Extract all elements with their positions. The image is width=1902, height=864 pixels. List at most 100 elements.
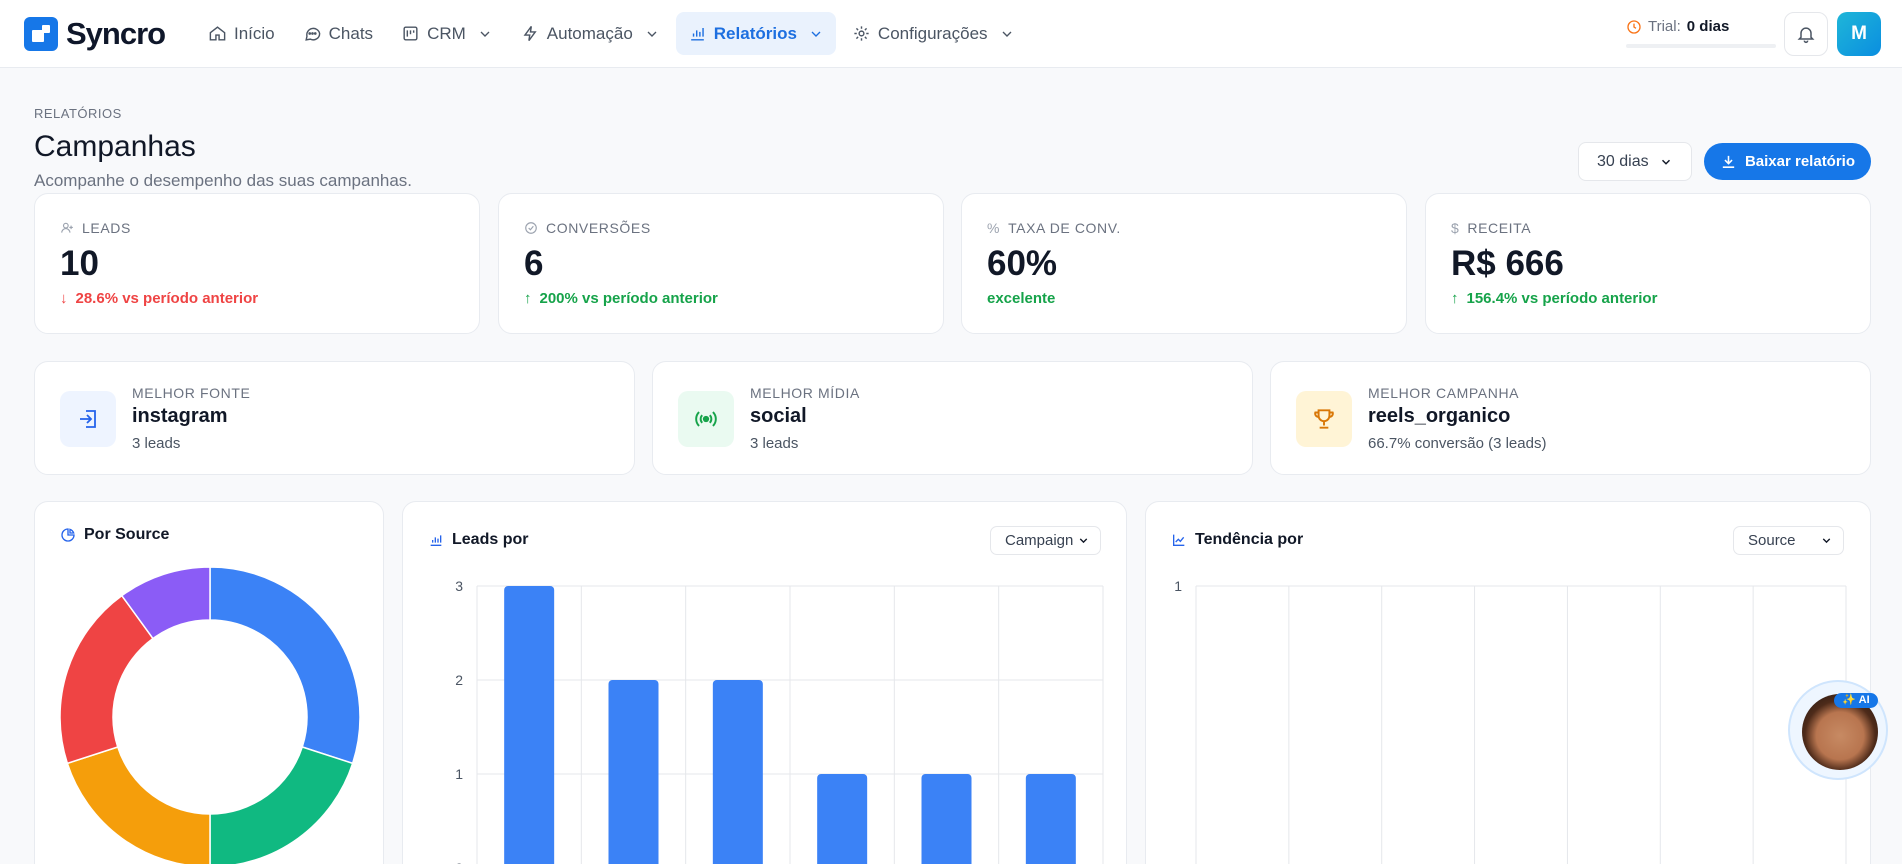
best-value: social: [750, 405, 807, 427]
arrow-up-icon: ↑: [1451, 290, 1459, 307]
kpi-delta-text: 200% vs período anterior: [539, 290, 718, 307]
y-tick-label: 1: [1174, 578, 1182, 594]
login-arrow-icon: [80, 410, 96, 428]
nav-label: Início: [234, 23, 275, 43]
dollar-icon: $: [1451, 220, 1460, 236]
best-label: MELHOR FONTE: [132, 385, 251, 401]
leads-chart-card: Leads por Campaign 3210: [402, 501, 1127, 864]
pie-slice-0[interactable]: [209, 566, 361, 765]
bar-2[interactable]: [712, 680, 763, 864]
page-title: Campanhas: [34, 130, 196, 163]
check-circle-icon: [525, 222, 537, 234]
trial-indicator[interactable]: Trial: 0 dias: [1626, 18, 1729, 35]
pie-slice-3[interactable]: [59, 594, 155, 765]
leads-bar-chart: 3 2 1 0: [455, 578, 1104, 864]
arrow-up-icon: ↑: [524, 290, 532, 307]
chevron-down-icon: [647, 31, 657, 37]
percent-icon: %: [987, 220, 1001, 236]
y-tick-label: 3: [455, 578, 463, 594]
chat-icon: [304, 27, 320, 41]
kpi-label: TAXA DE CONV.: [1008, 220, 1121, 236]
kpi-card-conversion-rate: % TAXA DE CONV. 60% excelente: [961, 193, 1407, 334]
kpi-card-conversions: CONVERSÕES 6 ↑ 200% vs período anterior: [498, 193, 944, 334]
best-value: instagram: [132, 405, 228, 427]
ai-badge: ✨ AI: [1834, 693, 1878, 708]
logo-mark: [24, 17, 58, 51]
best-media-card: MELHOR MÍDIA social 3 leads: [652, 361, 1253, 475]
trend-line-chart: 1: [1174, 578, 1847, 864]
best-sub: 3 leads: [750, 435, 799, 452]
source-donut-chart: [59, 566, 361, 864]
kpi-label: CONVERSÕES: [546, 220, 651, 236]
page-subtitle: Acompanhe o desempenho das suas campanha…: [34, 171, 413, 190]
nav-label: CRM: [427, 23, 466, 43]
ai-assistant-button[interactable]: ✨ AI: [1788, 680, 1888, 780]
nav-configuracoes[interactable]: Configurações: [840, 12, 1027, 55]
pie-slice-2[interactable]: [66, 746, 211, 864]
best-campaign-card: MELHOR CAMPANHA reels_organico 66.7% con…: [1270, 361, 1871, 475]
logo-text: Syncro: [66, 16, 166, 51]
kpi-value: 6: [524, 244, 544, 283]
best-source-card: MELHOR FONTE instagram 3 leads: [34, 361, 635, 475]
chevron-down-icon: [1002, 31, 1012, 37]
kpi-delta-text: excelente: [987, 290, 1056, 307]
kpi-label: RECEITA: [1467, 220, 1532, 236]
bar-3[interactable]: [817, 774, 868, 864]
best-icon-box: [678, 391, 734, 447]
best-sub: 66.7% conversão (3 leads): [1368, 435, 1547, 452]
kpi-label-row: $ RECEITA: [1451, 220, 1531, 236]
nav-inicio[interactable]: Início: [196, 12, 287, 55]
download-report-button[interactable]: Baixar relatório: [1704, 143, 1871, 180]
nav-label: Automação: [546, 23, 633, 43]
bar-0[interactable]: [504, 586, 555, 864]
bell-icon: [1797, 27, 1815, 44]
download-icon: [1722, 155, 1735, 168]
chevron-down-icon: [1661, 159, 1671, 165]
bar-5[interactable]: [1025, 774, 1076, 864]
ai-badge-text: AI: [1858, 694, 1870, 706]
user-plus-icon: [61, 222, 73, 233]
lightning-icon: [523, 25, 537, 42]
source-chart-card: Por Source: [34, 501, 384, 864]
kpi-label-row: CONVERSÕES: [524, 220, 651, 236]
nav-automacao[interactable]: Automação: [509, 12, 672, 55]
clock-icon: [1627, 19, 1641, 34]
trial-days: 0 dias: [1686, 18, 1730, 35]
kpi-delta-text: 28.6% vs período anterior: [75, 290, 259, 307]
nav-label: Chats: [328, 23, 374, 43]
nav-relatorios[interactable]: Relatórios: [675, 12, 836, 55]
kpi-value: 10: [60, 244, 99, 283]
period-select[interactable]: 30 dias: [1578, 142, 1692, 181]
kpi-delta: ↑ 156.4% vs período anterior: [1451, 290, 1657, 307]
chevron-down-icon: [811, 31, 821, 37]
best-label: MELHOR CAMPANHA: [1368, 385, 1520, 401]
bar-1[interactable]: [608, 680, 659, 864]
notifications-button[interactable]: [1784, 12, 1828, 56]
kpi-delta: ↓ 28.6% vs período anterior: [60, 290, 258, 307]
best-value: reels_organico: [1368, 405, 1511, 427]
best-sub: 3 leads: [132, 435, 181, 452]
main-nav: Início Chats CRM Automação Relatórios Co…: [196, 12, 1027, 55]
nav-chats[interactable]: Chats: [291, 12, 385, 55]
kpi-label-row: LEADS: [60, 220, 131, 236]
nav-crm[interactable]: CRM: [389, 12, 505, 55]
y-tick-label: 2: [455, 672, 463, 688]
user-avatar[interactable]: M: [1837, 12, 1881, 56]
broadcast-icon: [695, 411, 717, 427]
trial-progress: [1626, 44, 1776, 48]
nav-label: Relatórios: [713, 23, 797, 43]
kpi-label-row: % TAXA DE CONV.: [987, 220, 1121, 236]
bar-chart-icon: [690, 27, 704, 41]
kpi-card-leads: LEADS 10 ↓ 28.6% vs período anterior: [34, 193, 480, 334]
gear-icon: [854, 26, 869, 41]
chevron-down-icon: [480, 31, 490, 37]
breadcrumb: RELATÓRIOS: [34, 106, 122, 121]
logo[interactable]: Syncro: [24, 16, 166, 52]
kpi-card-revenue: $ RECEITA R$ 666 ↑ 156.4% vs período ante…: [1425, 193, 1871, 334]
pie-slice-1[interactable]: [209, 746, 354, 864]
bar-4[interactable]: [921, 774, 972, 864]
period-value: 30 dias: [1597, 152, 1649, 170]
kanban-icon: [403, 26, 418, 41]
y-tick-label: 1: [455, 766, 463, 782]
kpi-value: R$ 666: [1451, 244, 1564, 283]
